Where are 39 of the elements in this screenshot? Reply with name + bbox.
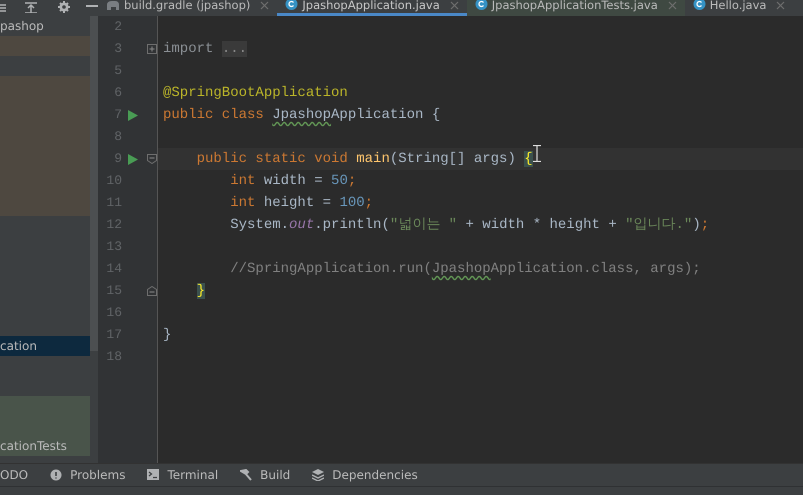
close-icon[interactable]	[260, 1, 270, 10]
code-line: @SpringBootApplication	[162, 84, 348, 103]
text-cursor-icon	[533, 145, 541, 162]
expand-icon[interactable]	[147, 44, 157, 54]
layers-icon	[312, 469, 324, 481]
editor-tab[interactable]: JpashopApplicationTests.java	[466, 0, 685, 16]
tool-window-button[interactable]: Problems	[50, 466, 126, 484]
code-line: public static void main(String[] args) {	[196, 150, 533, 169]
collapse-icon[interactable]	[24, 1, 38, 13]
collapse-icon[interactable]	[147, 286, 157, 296]
settings-icon[interactable]	[57, 1, 71, 13]
tool-window-button[interactable]: ODO	[0, 466, 28, 484]
warning-icon	[50, 469, 62, 481]
code-line: System.out.println("넓이는 " + width * height + "입니다.");	[229, 216, 710, 235]
close-icon[interactable]	[450, 1, 459, 10]
code-line: public class JpashopApplication {	[162, 106, 440, 125]
tree-row[interactable]: pashop	[0, 16, 90, 36]
run-icon[interactable]	[128, 154, 138, 164]
code-line: import ...	[162, 40, 248, 59]
code-line: int height = 100;	[229, 194, 374, 213]
scrollbar[interactable]	[90, 16, 98, 351]
code-line: int width = 50;	[229, 172, 356, 191]
code-line: }	[162, 326, 172, 345]
class-icon	[285, 0, 298, 10]
tree-row[interactable]: cationTests	[0, 436, 90, 456]
run-icon[interactable]	[128, 110, 138, 120]
code-line: //SpringApplication.run(JpashopApplication.class, args);	[229, 260, 701, 279]
tool-window-button[interactable]: Build	[240, 466, 290, 484]
selected-tree-row[interactable]: cation	[0, 336, 90, 356]
collapse-icon[interactable]	[147, 154, 157, 164]
hammer-icon	[240, 469, 252, 481]
class-icon	[692, 0, 706, 10]
terminal-icon	[147, 469, 160, 481]
tool-window-button[interactable]: Terminal	[147, 466, 218, 484]
editor-tab[interactable]: JpashopApplication.java	[277, 0, 467, 16]
tool-window-button[interactable]: Dependencies	[312, 466, 418, 484]
class-icon	[474, 0, 488, 10]
close-icon[interactable]	[776, 1, 786, 10]
close-icon[interactable]	[668, 1, 677, 10]
